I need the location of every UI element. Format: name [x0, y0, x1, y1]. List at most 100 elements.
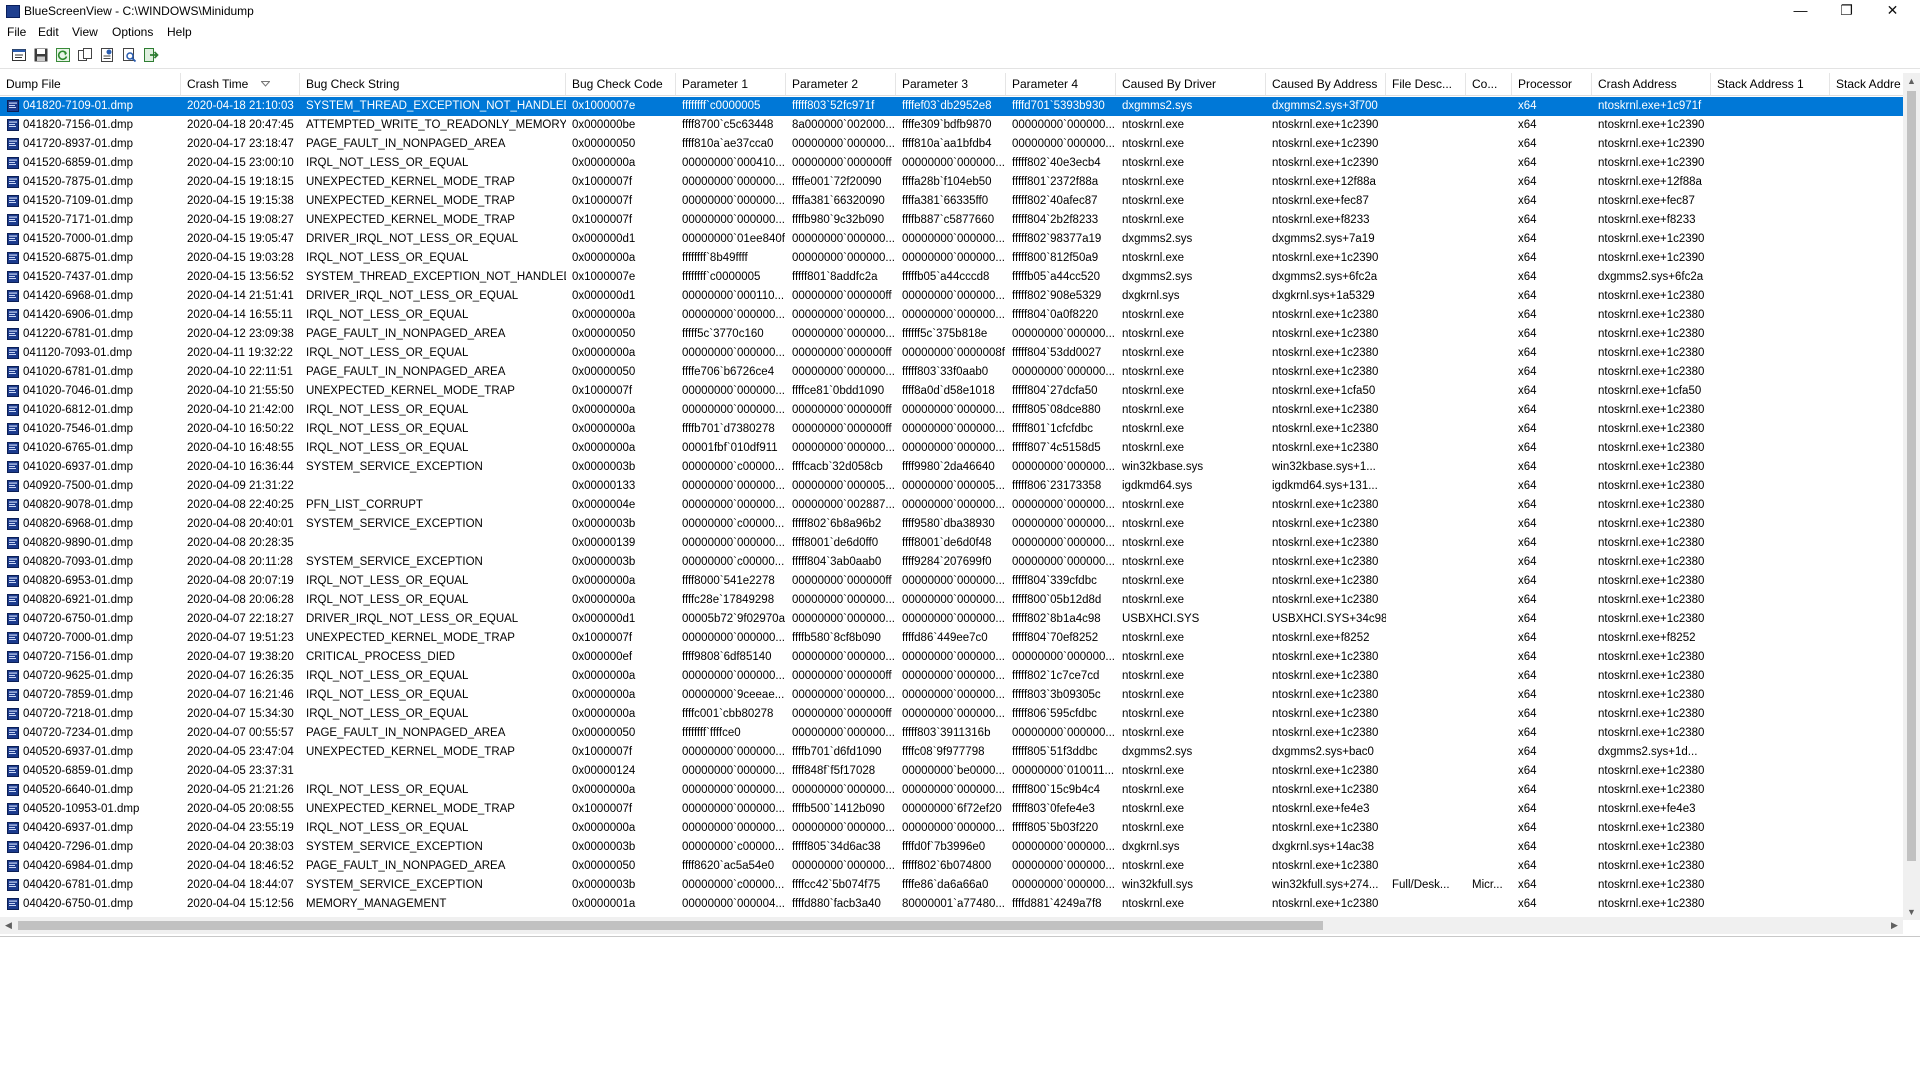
cell-crash-time: 2020-04-04 20:38:03: [187, 841, 294, 853]
table-row[interactable]: 040420-7296-01.dmp 2020-04-04 20:38:03 SYS…: [0, 838, 1905, 857]
cell-crash-address: ntoskrnl.exe+1c2380: [1598, 594, 1705, 606]
table-row[interactable]: 040820-7093-01.dmp 2020-04-08 20:11:28 SYS…: [0, 553, 1905, 572]
refresh-icon[interactable]: [54, 46, 72, 64]
html-report-icon[interactable]: [98, 46, 116, 64]
table-row[interactable]: 041120-7093-01.dmp 2020-04-11 19:32:22 IRQ…: [0, 344, 1905, 363]
table-row[interactable]: 040720-7156-01.dmp 2020-04-07 19:38:20 CRI…: [0, 648, 1905, 667]
table-row[interactable]: 041220-6781-01.dmp 2020-04-12 23:09:38 PAG…: [0, 325, 1905, 344]
column-header-bug-check-code[interactable]: Bug Check Code: [566, 73, 676, 95]
column-header-parameter-4[interactable]: Parameter 4: [1006, 73, 1116, 95]
table-row[interactable]: 040720-7000-01.dmp 2020-04-07 19:51:23 UNE…: [0, 629, 1905, 648]
minimize-button[interactable]: —: [1778, 0, 1823, 22]
column-header-crash-address[interactable]: Crash Address: [1592, 73, 1711, 95]
table-row[interactable]: 040520-6859-01.dmp 2020-04-05 23:37:31 0x0…: [0, 762, 1905, 781]
table-row[interactable]: 041520-6859-01.dmp 2020-04-15 23:00:10 IRQ…: [0, 154, 1905, 173]
cell-caused-by-address: ntoskrnl.exe+1c2380: [1272, 651, 1379, 663]
table-row[interactable]: 041420-6906-01.dmp 2020-04-14 16:55:11 IRQ…: [0, 306, 1905, 325]
scroll-right-arrow-icon[interactable]: ▶: [1886, 917, 1903, 934]
vertical-scroll-thumb[interactable]: [1907, 91, 1916, 861]
scroll-up-arrow-icon[interactable]: ▲: [1903, 73, 1920, 89]
horizontal-scroll-thumb[interactable]: [18, 921, 1323, 930]
table-row[interactable]: 040420-6781-01.dmp 2020-04-04 18:44:07 SYS…: [0, 876, 1905, 895]
table-row[interactable]: 040720-6750-01.dmp 2020-04-07 22:18:27 DRI…: [0, 610, 1905, 629]
table-row[interactable]: 040720-9625-01.dmp 2020-04-07 16:26:35 IRQ…: [0, 667, 1905, 686]
cell-file-desc: [1386, 800, 1466, 819]
cell-parameter-3: 00000000`000000...: [902, 499, 1005, 511]
table-row[interactable]: 040720-7218-01.dmp 2020-04-07 15:34:30 IRQ…: [0, 705, 1905, 724]
column-header-caused-by-driver[interactable]: Caused By Driver: [1116, 73, 1266, 95]
cell-caused-by-driver: ntoskrnl.exe: [1122, 632, 1185, 644]
save-icon[interactable]: [32, 46, 50, 64]
table-row[interactable]: 041520-7437-01.dmp 2020-04-15 13:56:52 SYS…: [0, 268, 1905, 287]
table-row[interactable]: 041020-7546-01.dmp 2020-04-10 16:50:22 IRQ…: [0, 420, 1905, 439]
column-header-parameter-3[interactable]: Parameter 3: [896, 73, 1006, 95]
column-header-crash-time[interactable]: Crash Time: [181, 73, 300, 95]
table-row[interactable]: 040820-6968-01.dmp 2020-04-08 20:40:01 SYS…: [0, 515, 1905, 534]
table-row[interactable]: 040920-7500-01.dmp 2020-04-09 21:31:22 0x0…: [0, 477, 1905, 496]
table-row[interactable]: 041520-7875-01.dmp 2020-04-15 19:18:15 UNE…: [0, 173, 1905, 192]
menu-file[interactable]: File: [7, 25, 26, 39]
cell-crash-address: ntoskrnl.exe+1c2380: [1598, 670, 1705, 682]
scroll-down-arrow-icon[interactable]: ▼: [1903, 904, 1920, 920]
scroll-left-arrow-icon[interactable]: ◀: [0, 917, 17, 934]
table-row[interactable]: 041520-7109-01.dmp 2020-04-15 19:15:38 UNE…: [0, 192, 1905, 211]
horizontal-scrollbar[interactable]: ◀ ▶: [0, 917, 1903, 934]
cell-parameter-3: fffff802`6b074800: [902, 860, 992, 872]
table-row[interactable]: 040520-10953-01.dmp 2020-04-05 20:08:55 UN…: [0, 800, 1905, 819]
properties-icon[interactable]: [10, 46, 28, 64]
table-row[interactable]: 040820-6953-01.dmp 2020-04-08 20:07:19 IRQ…: [0, 572, 1905, 591]
table-row[interactable]: 041720-8937-01.dmp 2020-04-17 23:18:47 PAG…: [0, 135, 1905, 154]
menu-edit[interactable]: Edit: [38, 25, 59, 39]
cell-caused-by-driver: ntoskrnl.exe: [1122, 366, 1185, 378]
column-header-dump-file[interactable]: Dump File: [0, 73, 181, 95]
find-icon[interactable]: [120, 46, 138, 64]
table-row[interactable]: 041820-7156-01.dmp 2020-04-18 20:47:45 ATT…: [0, 116, 1905, 135]
column-header-file-desc[interactable]: File Desc...: [1386, 73, 1466, 95]
table-row[interactable]: 041420-6968-01.dmp 2020-04-14 21:51:41 DRI…: [0, 287, 1905, 306]
close-button[interactable]: ✕: [1870, 0, 1915, 22]
cell-parameter-1: 00000000`000004...: [682, 898, 785, 910]
table-row[interactable]: 040420-6984-01.dmp 2020-04-04 18:46:52 PAG…: [0, 857, 1905, 876]
table-row[interactable]: 041020-6937-01.dmp 2020-04-10 16:36:44 SYS…: [0, 458, 1905, 477]
table-row[interactable]: 040520-6640-01.dmp 2020-04-05 21:21:26 IRQ…: [0, 781, 1905, 800]
column-header-caused-by-address[interactable]: Caused By Address: [1266, 73, 1386, 95]
column-header-co[interactable]: Co...: [1466, 73, 1512, 95]
cell-parameter-1: ffff8620`ac5a54e0: [682, 860, 775, 872]
exit-icon[interactable]: [142, 46, 160, 64]
table-row[interactable]: 040820-6921-01.dmp 2020-04-08 20:06:28 IRQ…: [0, 591, 1905, 610]
menu-options[interactable]: Options: [112, 25, 153, 39]
column-header-processor[interactable]: Processor: [1512, 73, 1592, 95]
cell-parameter-1: 00000000`000000...: [682, 632, 785, 644]
cell-crash-address: ntoskrnl.exe+1c2380: [1598, 366, 1705, 378]
cell-crash-time: 2020-04-10 16:50:22: [187, 423, 294, 435]
menu-help[interactable]: Help: [167, 25, 192, 39]
table-row[interactable]: 040420-6750-01.dmp 2020-04-04 15:12:56 MEM…: [0, 895, 1905, 914]
table-row[interactable]: 041520-7171-01.dmp 2020-04-15 19:08:27 UNE…: [0, 211, 1905, 230]
table-row[interactable]: 040820-9890-01.dmp 2020-04-08 20:28:35 0x0…: [0, 534, 1905, 553]
restore-button[interactable]: ❐: [1824, 0, 1869, 22]
table-row[interactable]: 040520-6937-01.dmp 2020-04-05 23:47:04 UNE…: [0, 743, 1905, 762]
cell-bug-check-code: 0x0000003b: [572, 556, 636, 568]
column-header-stack-address-1[interactable]: Stack Address 1: [1711, 73, 1830, 95]
menu-view[interactable]: View: [72, 25, 98, 39]
table-row[interactable]: 040720-7859-01.dmp 2020-04-07 16:21:46 IRQ…: [0, 686, 1905, 705]
column-header-bug-check-string[interactable]: Bug Check String: [300, 73, 566, 95]
copy-icon[interactable]: [76, 46, 94, 64]
table-row[interactable]: 041820-7109-01.dmp 2020-04-18 21:10:03 SYS…: [0, 97, 1905, 116]
cell-parameter-3: 00000000`000000...: [902, 594, 1005, 606]
table-row[interactable]: 041020-6781-01.dmp 2020-04-10 22:11:51 PAG…: [0, 363, 1905, 382]
table-row[interactable]: 041020-6812-01.dmp 2020-04-10 21:42:00 IRQ…: [0, 401, 1905, 420]
column-header-parameter-2[interactable]: Parameter 2: [786, 73, 896, 95]
vertical-scrollbar[interactable]: ▲ ▼: [1903, 73, 1920, 920]
table-row[interactable]: 040720-7234-01.dmp 2020-04-07 00:55:57 PAG…: [0, 724, 1905, 743]
table-row[interactable]: 040420-6937-01.dmp 2020-04-04 23:55:19 IRQ…: [0, 819, 1905, 838]
column-header-parameter-1[interactable]: Parameter 1: [676, 73, 786, 95]
cell-parameter-4: 00000000`000000...: [1012, 499, 1115, 511]
table-row[interactable]: 040820-9078-01.dmp 2020-04-08 22:40:25 PFN…: [0, 496, 1905, 515]
column-header-stack-addre[interactable]: Stack Addre: [1830, 73, 1905, 95]
table-row[interactable]: 041020-7046-01.dmp 2020-04-10 21:55:50 UNE…: [0, 382, 1905, 401]
cell-crash-address: ntoskrnl.exe+1c2380: [1598, 404, 1705, 416]
table-row[interactable]: 041520-7000-01.dmp 2020-04-15 19:05:47 DRI…: [0, 230, 1905, 249]
table-row[interactable]: 041520-6875-01.dmp 2020-04-15 19:03:28 IRQ…: [0, 249, 1905, 268]
table-row[interactable]: 041020-6765-01.dmp 2020-04-10 16:48:55 IRQ…: [0, 439, 1905, 458]
